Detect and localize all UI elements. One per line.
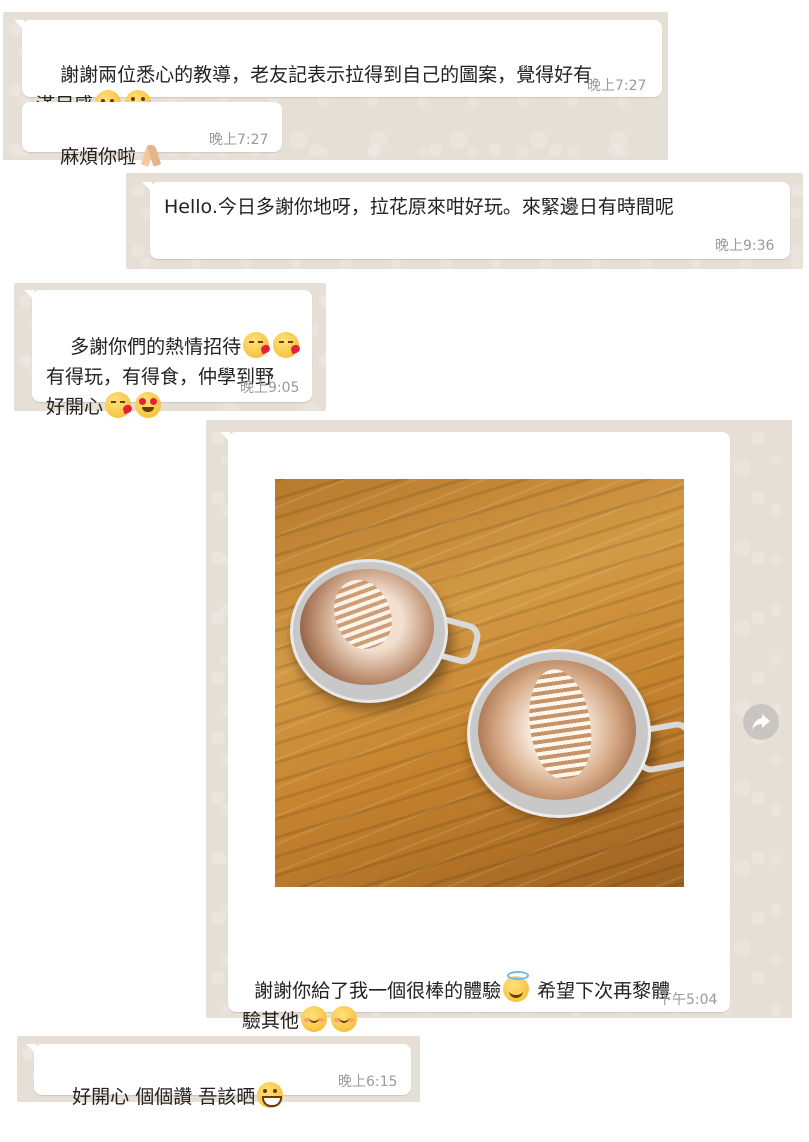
message-time: 晚上7:27 [587, 78, 647, 94]
message-bubble[interactable]: 多謝你們的熱情招待 有得玩，有得食，仲學到野 好開心 晚上9:05 [24, 290, 312, 418]
message-text: 好開心 個個讚 吾該晒 [48, 1052, 285, 1142]
face-blowing-kiss-icon [105, 392, 132, 418]
message-time: 下午5:04 [658, 992, 718, 1008]
message-text: Hello.今日多謝你地呀，拉花原來咁好玩。來緊邊日有時間呢 [164, 196, 674, 218]
message-time: 晚上9:36 [715, 238, 775, 254]
latte-art-photo[interactable] [275, 479, 684, 887]
message-time: 晚上9:05 [240, 380, 300, 396]
message-time: 晚上7:27 [209, 132, 269, 148]
blushing-face-icon [301, 1006, 328, 1032]
message-bubble[interactable]: Hello.今日多謝你地呀，拉花原來咁好玩。來緊邊日有時間呢 晚上9:36 [142, 182, 790, 259]
message-bubble[interactable]: 麻煩你啦 晚上7:27 [22, 102, 282, 168]
face-blowing-kiss-icon [273, 332, 300, 358]
smiling-face-with-halo-icon [503, 971, 530, 1002]
forward-icon [752, 714, 770, 730]
image-caption: 謝謝你給了我一個很棒的體驗 希望下次再黎體 驗其他 [242, 942, 722, 1036]
message-bubble[interactable]: 好開心 個個讚 吾該晒 晚上6:15 [26, 1044, 411, 1108]
face-blowing-kiss-icon [243, 332, 270, 358]
folded-hands-icon [138, 142, 164, 168]
heart-eyes-icon [135, 392, 162, 418]
message-time: 晚上6:15 [338, 1074, 398, 1090]
forward-button[interactable] [743, 704, 779, 740]
message-bubble[interactable]: 謝謝兩位悉心的教導，老友記表示拉得到自己的圖案，覺得好有滿足感 晚上7:27 [14, 20, 662, 116]
blushing-face-icon [331, 1006, 358, 1032]
grinning-face-icon [257, 1082, 284, 1108]
